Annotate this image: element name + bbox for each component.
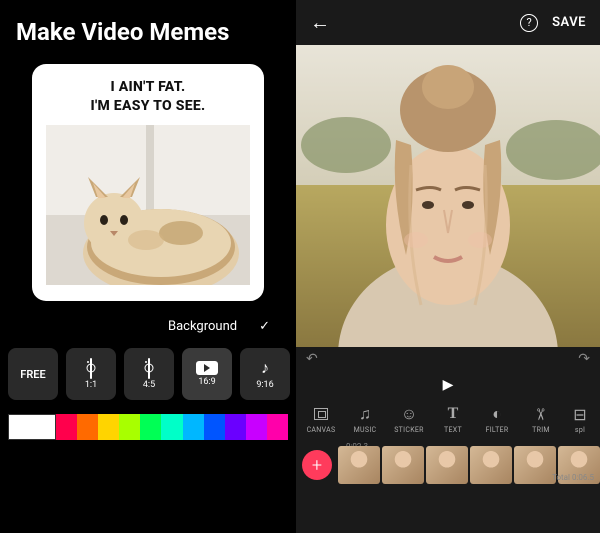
save-button[interactable]: SAVE [552, 15, 586, 30]
meme-text: I AIN'T FAT. I'M EASY TO SEE. [46, 78, 250, 115]
ratio-free[interactable]: FREE [8, 348, 58, 400]
editor-topbar: ← ? SAVE [296, 0, 600, 45]
checkmark-icon[interactable]: ✓ [259, 319, 270, 334]
sticker-icon: ☺ [401, 405, 417, 423]
tool-sticker[interactable]: ☺STICKER [388, 405, 430, 434]
ratio-16-9[interactable]: 16:9 [182, 348, 232, 400]
color-swatch[interactable] [225, 414, 246, 440]
color-palette [8, 414, 288, 440]
page-title: Make Video Memes [0, 0, 296, 56]
trim-icon: ✂ [534, 405, 547, 423]
timeline[interactable]: 0:02.3 + Total 0:06.5 [296, 440, 600, 484]
tool-canvas[interactable]: CANVAS [300, 405, 342, 434]
background-label: Background [168, 319, 237, 334]
playback-controls: ↶ ↷ [296, 347, 600, 371]
tool-text[interactable]: TTEXT [432, 405, 474, 434]
ratio-4-5[interactable]: 4:5 [124, 348, 174, 400]
timeline-clip[interactable] [514, 446, 556, 484]
meme-preview-card[interactable]: I AIN'T FAT. I'M EASY TO SEE. [32, 64, 264, 301]
timeline-clip[interactable] [382, 446, 424, 484]
timeline-clip[interactable] [338, 446, 380, 484]
video-preview[interactable] [296, 45, 600, 347]
color-swatch[interactable] [8, 414, 56, 440]
split-icon: ⊟ [573, 405, 586, 423]
color-swatch[interactable] [183, 414, 204, 440]
color-swatch[interactable] [119, 414, 140, 440]
color-swatch[interactable] [204, 414, 225, 440]
background-row: Background ✓ [0, 309, 296, 340]
timeline-clip[interactable] [470, 446, 512, 484]
play-button[interactable]: ▶ [296, 371, 600, 399]
meme-settings-panel: Make Video Memes I AIN'T FAT. I'M EASY T… [0, 0, 296, 533]
color-swatch[interactable] [56, 414, 77, 440]
instagram-icon [148, 358, 150, 379]
tool-filter[interactable]: ◐FILTER [476, 405, 518, 434]
color-swatch[interactable] [246, 414, 267, 440]
color-swatch[interactable] [77, 414, 98, 440]
help-icon[interactable]: ? [520, 14, 538, 32]
tool-split[interactable]: ⊟spl [564, 405, 596, 434]
tiktok-icon: ♪ [261, 358, 269, 378]
ratio-1-1[interactable]: 1:1 [66, 348, 116, 400]
text-icon: T [448, 405, 459, 423]
tool-bar: CANVAS ♫MUSIC ☺STICKER TTEXT ◐FILTER ✂TR… [296, 399, 600, 440]
tool-music[interactable]: ♫MUSIC [344, 405, 386, 434]
canvas-icon [314, 408, 328, 420]
undo-icon[interactable]: ↶ [306, 351, 318, 367]
back-icon[interactable]: ← [310, 10, 330, 35]
tool-trim[interactable]: ✂TRIM [520, 405, 562, 434]
aspect-ratio-list: FREE 1:1 4:5 16:9 ♪9:16 3:4 [0, 340, 296, 400]
music-icon: ♫ [359, 405, 371, 423]
ratio-9-16[interactable]: ♪9:16 [240, 348, 290, 400]
meme-image [46, 125, 250, 285]
add-clip-button[interactable]: + [302, 450, 332, 480]
color-swatch[interactable] [161, 414, 182, 440]
timeline-total: Total 0:06.5 [552, 473, 594, 482]
redo-icon[interactable]: ↷ [578, 351, 590, 367]
color-swatch[interactable] [267, 414, 288, 440]
instagram-icon [90, 358, 92, 379]
video-editor-panel: ← ? SAVE [296, 0, 600, 533]
timeline-clip[interactable] [426, 446, 468, 484]
color-swatch[interactable] [98, 414, 119, 440]
filter-icon: ◐ [492, 405, 502, 423]
color-swatch[interactable] [140, 414, 161, 440]
youtube-icon [196, 361, 218, 375]
